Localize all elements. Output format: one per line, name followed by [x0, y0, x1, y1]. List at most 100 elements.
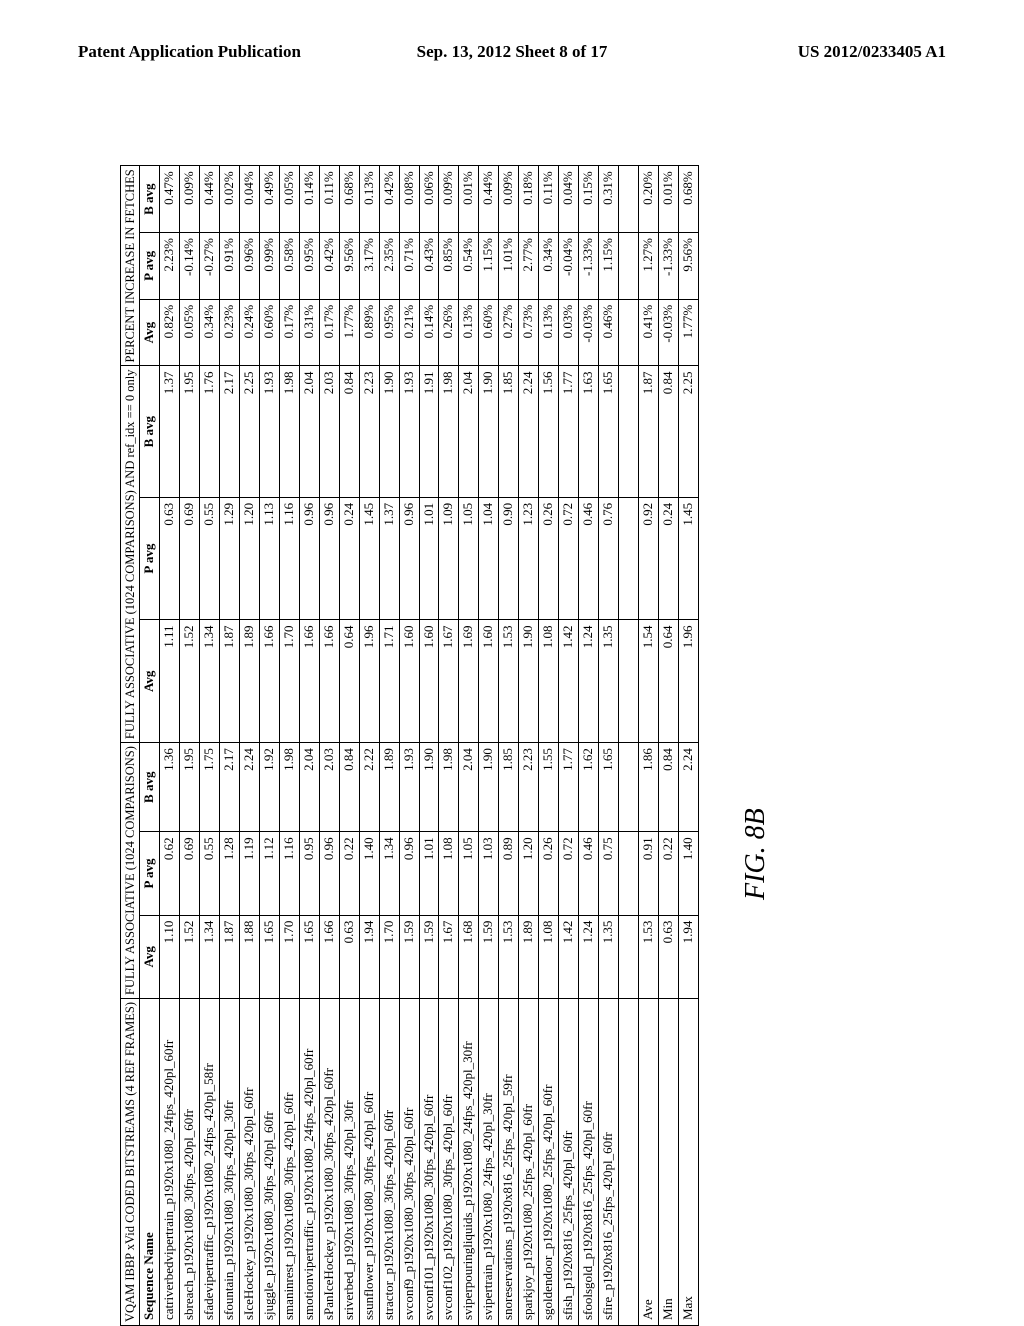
value-cell: 1.65	[299, 915, 319, 998]
value-cell: 1.65	[260, 915, 280, 998]
value-cell: 0.47%	[160, 166, 180, 233]
value-cell: 1.01	[419, 497, 439, 620]
value-cell: 0.14%	[419, 299, 439, 366]
seq-cell: Min	[658, 998, 678, 1325]
value-cell: 1.89	[240, 620, 260, 743]
value-cell: 1.10	[160, 915, 180, 998]
value-cell: -0.03%	[658, 299, 678, 366]
value-cell: 1.45	[678, 497, 698, 620]
value-cell: 1.77	[559, 366, 579, 497]
value-cell: 1.05	[459, 497, 479, 620]
value-cell: 1.15%	[598, 233, 618, 300]
summary-row: Ave1.530.911.861.540.921.870.41%1.27%0.2…	[638, 166, 658, 1326]
value-cell: 0.95	[299, 832, 319, 915]
value-cell: 1.01%	[499, 233, 519, 300]
value-cell: 1.12	[260, 832, 280, 915]
value-cell: 2.25	[240, 366, 260, 497]
value-cell: 0.13%	[459, 299, 479, 366]
value-cell: 0.17%	[279, 299, 299, 366]
seq-cell: sgoldendoor_p1920x1080_25fps_420pl_60fr	[539, 998, 559, 1325]
value-cell: 0.75	[598, 832, 618, 915]
col-7: Avg	[140, 299, 160, 366]
group-header-row: VQAM IBBP xVid CODED BITSTREAMS (4 REF F…	[121, 166, 140, 1326]
value-cell: 1.90	[479, 743, 499, 832]
value-cell: 1.93	[399, 743, 419, 832]
value-cell: 1.37	[379, 497, 399, 620]
value-cell: 1.85	[499, 743, 519, 832]
value-cell: 0.96	[319, 832, 339, 915]
table-row: snoreservations_p1920x816_25fps_420pl_59…	[499, 166, 519, 1326]
table-row: sfadevipertraffic_p1920x1080_24fps_420pl…	[200, 166, 220, 1326]
value-cell: 0.85%	[439, 233, 459, 300]
value-cell: 0.64	[658, 620, 678, 743]
value-cell: 0.06%	[419, 166, 439, 233]
value-cell: 0.92	[638, 497, 658, 620]
value-cell: 0.31%	[598, 166, 618, 233]
seq-cell: svconf9_p1920x1080_30fps_420pl_60fr	[399, 998, 419, 1325]
value-cell: 0.54%	[459, 233, 479, 300]
value-cell: 9.56%	[339, 233, 359, 300]
value-cell: 1.19	[240, 832, 260, 915]
value-cell: 1.23	[519, 497, 539, 620]
value-cell: 0.76	[598, 497, 618, 620]
grp-fa: FULLY ASSOCIATIVE (1024 COMPARISONS)	[121, 743, 140, 999]
value-cell: 0.91	[638, 832, 658, 915]
value-cell: 1.77	[559, 743, 579, 832]
value-cell: 0.13%	[539, 299, 559, 366]
col-4: Avg	[140, 620, 160, 743]
value-cell: 1.53	[499, 620, 519, 743]
seq-cell: svipertrain_p1920x1080_24fps_420pl_30fr	[479, 998, 499, 1325]
value-cell: 1.67	[439, 915, 459, 998]
value-cell: 1.65	[598, 743, 618, 832]
value-cell: 2.23%	[160, 233, 180, 300]
value-cell: 1.77%	[339, 299, 359, 366]
col-9: B avg	[140, 166, 160, 233]
value-cell: 0.84	[339, 366, 359, 497]
value-cell: 2.17	[220, 743, 240, 832]
value-cell: 0.46	[579, 497, 599, 620]
data-table: VQAM IBBP xVid CODED BITSTREAMS (4 REF F…	[120, 165, 699, 1326]
value-cell: 0.04%	[240, 166, 260, 233]
value-cell: 1.42	[559, 915, 579, 998]
value-cell: 0.46	[579, 832, 599, 915]
value-cell: 1.95	[180, 743, 200, 832]
value-cell: 0.09%	[180, 166, 200, 233]
value-cell: 0.96	[399, 497, 419, 620]
seq-cell: Max	[678, 998, 698, 1325]
value-cell: 1.40	[359, 832, 379, 915]
value-cell: 9.56%	[678, 233, 698, 300]
value-cell: 0.42%	[379, 166, 399, 233]
value-cell: 1.87	[220, 915, 240, 998]
value-cell: 1.15%	[479, 233, 499, 300]
value-cell: 1.20	[240, 497, 260, 620]
seq-cell: sviperpouringliquids_p1920x1080_24fps_42…	[459, 998, 479, 1325]
seq-cell: sfire_p1920x816_25fps_420pl_60fr	[598, 998, 618, 1325]
value-cell: 0.84	[658, 366, 678, 497]
grp-pi: PERCENT INCREASE IN FETCHES	[121, 166, 140, 366]
value-cell: 1.60	[479, 620, 499, 743]
value-cell: 0.24	[658, 497, 678, 620]
value-cell: 1.94	[359, 915, 379, 998]
value-cell: 1.88	[240, 915, 260, 998]
value-cell: 1.70	[279, 620, 299, 743]
value-cell: 1.03	[479, 832, 499, 915]
value-cell: 0.09%	[499, 166, 519, 233]
table-row: sbreach_p1920x1080_30fps_420pl_60fr1.520…	[180, 166, 200, 1326]
value-cell: -0.14%	[180, 233, 200, 300]
value-cell: 1.66	[319, 620, 339, 743]
value-cell: 1.90	[479, 366, 499, 497]
value-cell: 1.24	[579, 915, 599, 998]
value-cell: 0.01%	[459, 166, 479, 233]
seq-cell: svconf102_p1920x1080_30fps_420pl_60fr	[439, 998, 459, 1325]
col-5: P avg	[140, 497, 160, 620]
value-cell: 0.63	[339, 915, 359, 998]
value-cell: 1.91	[419, 366, 439, 497]
value-cell: 1.70	[379, 915, 399, 998]
value-cell: 2.23	[359, 366, 379, 497]
value-cell: 0.26	[539, 832, 559, 915]
column-header-row: Sequence Name Avg P avg B avg Avg P avg …	[140, 166, 160, 1326]
value-cell: 0.63	[160, 497, 180, 620]
table-row: sgoldendoor_p1920x1080_25fps_420pl_60fr1…	[539, 166, 559, 1326]
seq-cell: snoreservations_p1920x816_25fps_420pl_59…	[499, 998, 519, 1325]
table-row: sfountain_p1920x1080_30fps_420pl_30fr1.8…	[220, 166, 240, 1326]
